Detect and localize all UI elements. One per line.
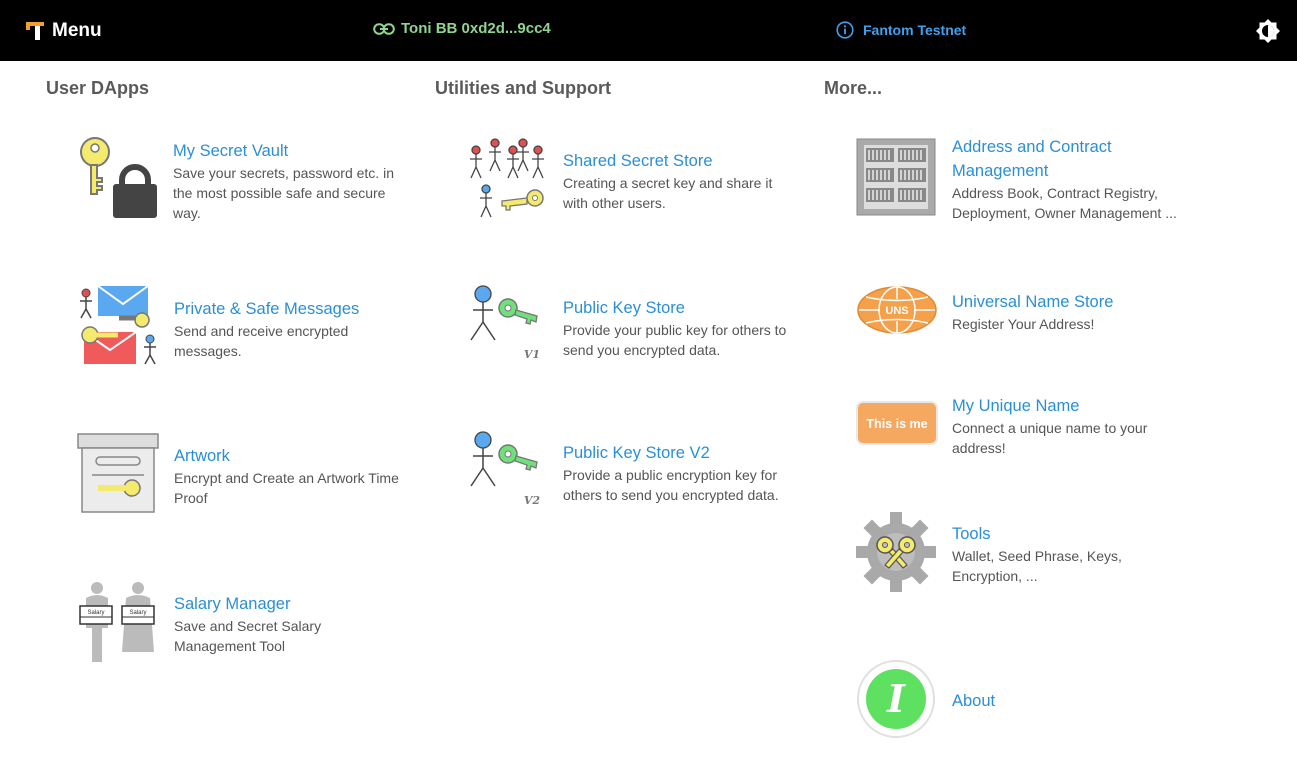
public-key-store-v2-title: Public Key Store V2: [563, 444, 710, 462]
menu-item-secret-vault[interactable]: My Secret Vault Save your secrets, passw…: [76, 136, 416, 226]
menu-item-universal-name[interactable]: UNS Universal Name Store Register Your A…: [856, 284, 1196, 340]
salary-manager-title: Salary Manager: [174, 595, 291, 613]
shared-secret-icon: [470, 138, 544, 218]
uns-globe-icon: UNS: [857, 286, 937, 334]
public-key-v2-badge: V2: [524, 494, 541, 507]
section-title-more: More...: [824, 78, 883, 98]
menu-label: Menu: [52, 20, 102, 41]
address-book-icon: [856, 138, 936, 216]
menu-item-shared-secret[interactable]: Shared Secret Store Creating a secret ke…: [466, 138, 806, 222]
menu-item-address-contract[interactable]: Address and Contract Management Address …: [856, 135, 1196, 227]
about-badge: I: [886, 676, 906, 721]
menu-item-public-key-store-v2[interactable]: V2 Public Key Store V2 Provide a public …: [466, 430, 806, 514]
address-contract-desc: Address Book, Contract Registry, Deploym…: [952, 185, 1177, 221]
salary-people-icon: Salary Salary: [79, 582, 155, 662]
menu-item-salary-manager[interactable]: Salary Salary Salary Manager Save and Se…: [76, 580, 416, 670]
artwork-desc: Encrypt and Create an Artwork Time Proof: [174, 470, 399, 506]
public-key-store-desc: Provide your public key for others to se…: [563, 322, 787, 358]
secret-vault-title: My Secret Vault: [173, 142, 289, 160]
tools-title: Tools: [952, 525, 991, 543]
info-icon: [836, 21, 854, 39]
tools-desc: Wallet, Seed Phrase, Keys, Encryption, .…: [952, 548, 1122, 584]
secret-vault-desc: Save your secrets, password etc. in the …: [173, 165, 394, 221]
unique-name-title: My Unique Name: [952, 397, 1080, 415]
universal-name-title: Universal Name Store: [952, 293, 1114, 311]
salary-badge-1: Salary: [87, 610, 104, 616]
menu-item-artwork[interactable]: Artwork Encrypt and Create an Artwork Ti…: [76, 432, 416, 522]
network-button[interactable]: Fantom Testnet: [836, 21, 966, 39]
public-key-store-v2-desc: Provide a public encryption key for othe…: [563, 467, 779, 503]
salary-badge-2: Salary: [129, 610, 146, 616]
menu-item-unique-name[interactable]: This is me My Unique Name Connect a uniq…: [856, 394, 1196, 464]
private-messages-title: Private & Safe Messages: [174, 300, 360, 318]
shared-secret-title: Shared Secret Store: [563, 152, 713, 170]
public-key-store-title: Public Key Store: [563, 299, 685, 317]
artwork-title: Artwork: [174, 447, 230, 465]
unique-name-desc: Connect a unique name to your address!: [952, 420, 1148, 456]
account-label: Toni BB 0xd2d...9cc4: [401, 20, 551, 37]
address-contract-title: Address and Contract Management: [952, 138, 1112, 180]
name-tag-badge: This is me: [866, 417, 927, 431]
public-key-v1-badge: V1: [524, 348, 540, 361]
app-logo-icon: [26, 22, 44, 40]
key-lock-icon: [80, 137, 157, 218]
account-button[interactable]: Toni BB 0xd2d...9cc4: [373, 20, 551, 37]
private-messages-desc: Send and receive encrypted messages.: [174, 323, 349, 359]
brightness-icon[interactable]: [1256, 19, 1280, 43]
salary-manager-desc: Save and Secret Salary Management Tool: [174, 618, 322, 654]
menu-item-tools[interactable]: Tools Wallet, Seed Phrase, Keys, Encrypt…: [856, 512, 1196, 594]
universal-name-desc: Register Your Address!: [952, 316, 1095, 332]
gear-keys-icon: [856, 512, 936, 592]
public-key-v2-icon: V2: [470, 431, 541, 507]
top-bar: Menu Toni BB 0xd2d...9cc4 Fantom Testnet: [0, 0, 1297, 61]
about-title: About: [952, 692, 996, 710]
about-icon: I: [857, 660, 935, 738]
name-tag-icon: This is me: [856, 401, 938, 445]
menu-item-private-messages[interactable]: Private & Safe Messages Send and receive…: [76, 284, 416, 374]
shared-secret-desc: Creating a secret key and share it with …: [563, 175, 773, 211]
menu-item-about[interactable]: I About: [856, 659, 1196, 739]
network-label: Fantom Testnet: [863, 22, 967, 38]
public-key-v1-icon: V1: [470, 285, 540, 361]
menu-button[interactable]: Menu: [26, 18, 102, 44]
uns-badge: UNS: [885, 305, 908, 317]
artwork-box-icon: [77, 433, 159, 513]
link-icon: [373, 22, 395, 35]
envelope-icon: [80, 285, 156, 365]
section-title-utilities: Utilities and Support: [435, 78, 612, 98]
section-title-user-dapps: User DApps: [46, 78, 150, 98]
menu-item-public-key-store[interactable]: V1 Public Key Store Provide your public …: [466, 284, 806, 368]
